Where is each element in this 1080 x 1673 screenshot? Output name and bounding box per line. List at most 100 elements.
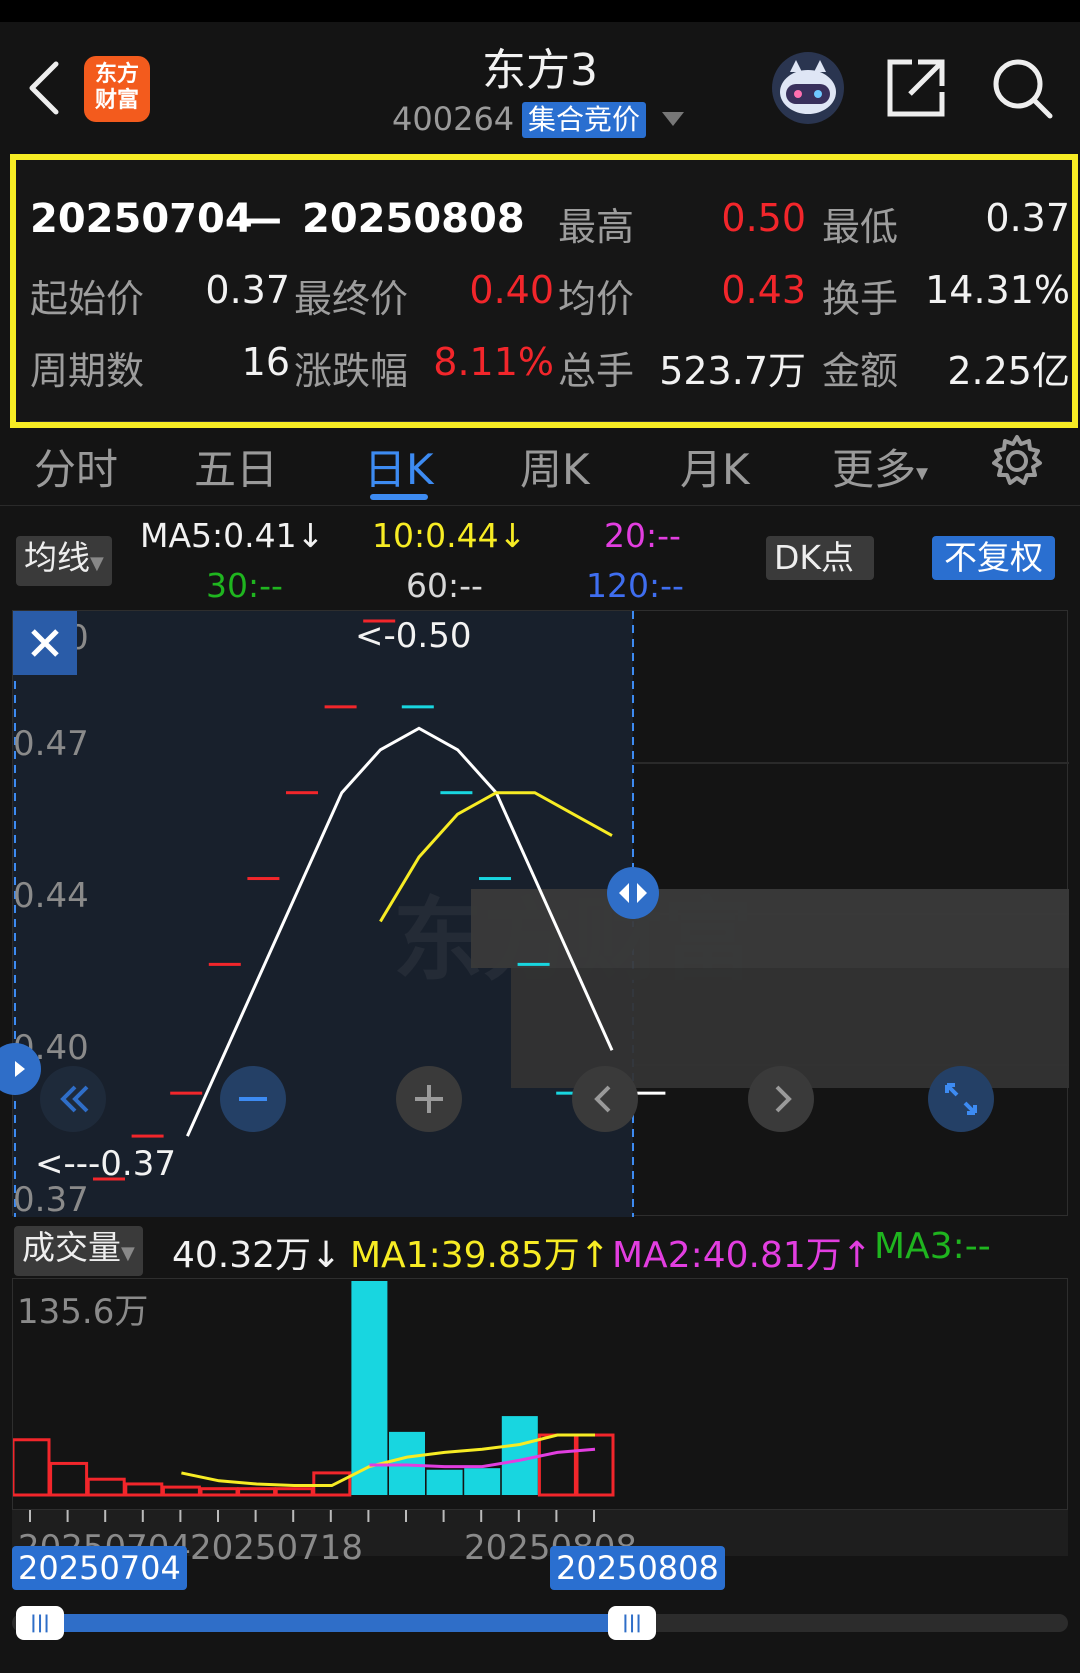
avg-label: 均价: [558, 277, 635, 321]
tab-weekly-k[interactable]: 周K: [520, 436, 590, 497]
price-tick-2: 0.44: [13, 876, 89, 916]
tab-more[interactable]: 更多▾: [832, 436, 928, 497]
volume-bar: [464, 1468, 501, 1495]
dk-point-label: DK点: [774, 538, 855, 577]
volume-bar: [199, 1487, 239, 1497]
volume-value: 523.7万: [659, 349, 806, 393]
back-icon[interactable]: [24, 58, 64, 118]
range-end: 20250808: [302, 196, 525, 242]
volume-label: 总手: [558, 349, 635, 393]
open-label: 起始价: [30, 277, 145, 321]
open-value: 0.37: [205, 268, 290, 312]
range-slider-start-handle[interactable]: |||: [16, 1606, 64, 1640]
amount-label: 金额: [822, 349, 899, 393]
volume-bar: [237, 1487, 277, 1497]
indicator-selector-label: 均线: [24, 538, 90, 577]
volume-bar: [537, 1433, 577, 1497]
drag-handle-icon[interactable]: [605, 865, 661, 921]
fullscreen-icon[interactable]: [927, 1065, 995, 1133]
volume-ma1: MA1:39.85万↑: [350, 1235, 610, 1276]
range-start-tag: 20250704: [12, 1546, 187, 1590]
volume-bar: [389, 1431, 425, 1495]
logo-text-2: 财富: [94, 88, 139, 113]
volume-ma3: MA3:--: [874, 1226, 991, 1267]
periods-label: 周期数: [30, 349, 145, 393]
candle: [208, 962, 241, 966]
zoom-out-icon[interactable]: [219, 1065, 287, 1133]
range-slider-end-handle[interactable]: |||: [608, 1606, 656, 1640]
volume-bar: [274, 1487, 314, 1497]
volume-bar: [124, 1482, 164, 1497]
candle: [324, 705, 357, 709]
volume-bar: [426, 1469, 463, 1495]
rewind-icon[interactable]: [39, 1065, 107, 1133]
change-value: 8.11%: [433, 340, 554, 384]
max-price-marker: <-0.50: [355, 616, 471, 656]
ma60-value: 60:--: [406, 566, 483, 605]
volume-bar: [161, 1485, 201, 1497]
expand-left-icon[interactable]: [0, 1041, 43, 1097]
kline-svg: 东方财富 0.50 0.47 0.44 0.40 0.37 <-0.50 <--…: [13, 611, 1069, 1217]
tab-daily-k[interactable]: 日K: [364, 436, 434, 497]
price-tick-4: 0.37: [13, 1180, 89, 1217]
ma120-value: 120:--: [586, 566, 684, 605]
candle: [479, 877, 511, 881]
dk-zone-upper: [471, 889, 1069, 968]
stock-code: 400264: [392, 100, 515, 138]
tab-five-day[interactable]: 五日: [194, 436, 278, 497]
volume-max-label: 135.6万: [17, 1292, 148, 1332]
dk-point-toggle[interactable]: DK点: [766, 536, 875, 580]
volume-current: 40.32万↓: [172, 1235, 342, 1276]
range-separator: —: [242, 196, 282, 242]
candle: [440, 791, 473, 795]
volume-bar: [13, 1438, 51, 1497]
range-end-tag: 20250808: [550, 1546, 725, 1590]
scroll-left-icon[interactable]: [571, 1065, 639, 1133]
ma5-value: MA5:0.41↓: [140, 516, 325, 555]
page-title: 东方3: [482, 45, 598, 96]
zoom-in-icon[interactable]: [395, 1065, 463, 1133]
candle: [131, 1134, 164, 1138]
candle: [170, 1091, 203, 1095]
app-logo: 东方 财富: [84, 56, 150, 122]
high-value: 0.50: [721, 196, 806, 240]
min-price-marker: <---0.37: [35, 1144, 176, 1184]
low-value: 0.37: [985, 196, 1070, 240]
change-label: 涨跌幅: [294, 349, 409, 393]
chevron-down-icon[interactable]: [662, 112, 684, 126]
tab-more-label: 更多: [832, 445, 917, 494]
tab-monthly-k[interactable]: 月K: [680, 436, 750, 497]
kline-chart[interactable]: 东方财富 0.50 0.47 0.44 0.40 0.37 <-0.50 <--…: [0, 610, 1069, 1217]
gear-icon[interactable]: [990, 434, 1044, 488]
search-icon[interactable]: [990, 56, 1054, 120]
volume-svg: 135.6万: [13, 1281, 615, 1497]
indicator-selector[interactable]: 均线▼: [16, 536, 112, 586]
auction-badge[interactable]: 集合竞价: [522, 102, 647, 138]
caret-down-icon: ▼: [121, 1243, 135, 1264]
amount-value: 2.25亿: [947, 349, 1070, 393]
date-tick-1: 20250718: [190, 1528, 364, 1568]
turnover-label: 换手: [822, 277, 899, 321]
scroll-right-icon[interactable]: [747, 1065, 815, 1133]
volume-selector-label: 成交量: [22, 1228, 121, 1267]
volume-chart[interactable]: 135.6万: [12, 1278, 1068, 1510]
low-label: 最低: [822, 205, 899, 249]
tab-intraday[interactable]: 分时: [34, 436, 118, 497]
close-icon[interactable]: [13, 611, 77, 675]
volume-bar: [49, 1461, 89, 1497]
ma20-value: 20:--: [604, 516, 681, 555]
volume-bar: [86, 1477, 126, 1497]
candle: [286, 791, 318, 795]
robot-assistant-icon[interactable]: [768, 48, 848, 128]
candle: [247, 877, 280, 881]
caret-down-icon: ▾: [916, 458, 929, 487]
range-summary-panel: 20250704 — 20250808 最高 0.50 最低 0.37 起始价 …: [10, 154, 1078, 428]
share-icon[interactable]: [884, 56, 948, 120]
volume-indicator-selector[interactable]: 成交量▼: [14, 1226, 143, 1276]
close-label: 最终价: [294, 277, 409, 321]
candle: [517, 962, 550, 966]
turnover-value: 14.31%: [925, 268, 1070, 312]
volume-bar: [501, 1416, 538, 1495]
adjust-selector[interactable]: 不复权: [932, 536, 1055, 580]
price-tick-1: 0.47: [13, 724, 89, 764]
